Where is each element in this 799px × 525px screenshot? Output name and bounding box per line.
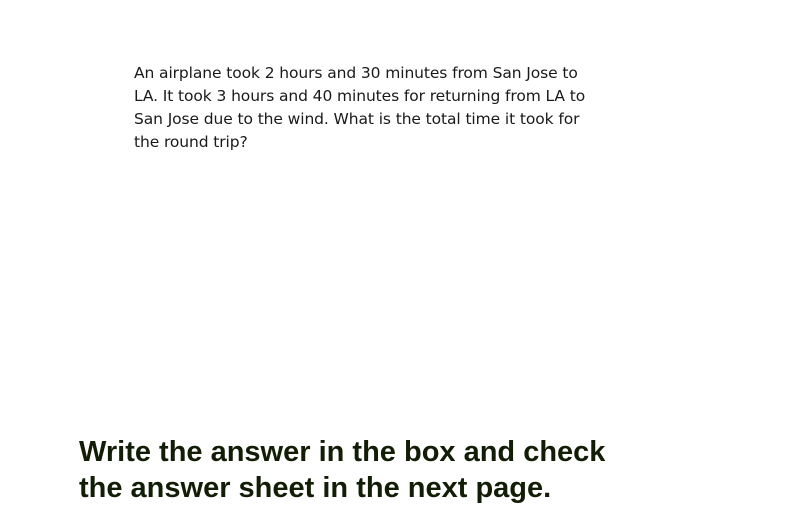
question-line: the round trip? [134, 133, 248, 151]
question-line: An airplane took 2 hours and 30 minutes … [134, 64, 578, 82]
question-line: LA. It took 3 hours and 40 minutes for r… [134, 87, 586, 105]
instruction-line: Write the answer in the box and check [79, 436, 606, 468]
instruction-text: Write the answer in the box and check th… [79, 434, 699, 506]
question-text: An airplane took 2 hours and 30 minutes … [134, 62, 604, 154]
question-line: San Jose due to the wind. What is the to… [134, 110, 580, 128]
instruction-line: the answer sheet in the next page. [79, 472, 552, 504]
